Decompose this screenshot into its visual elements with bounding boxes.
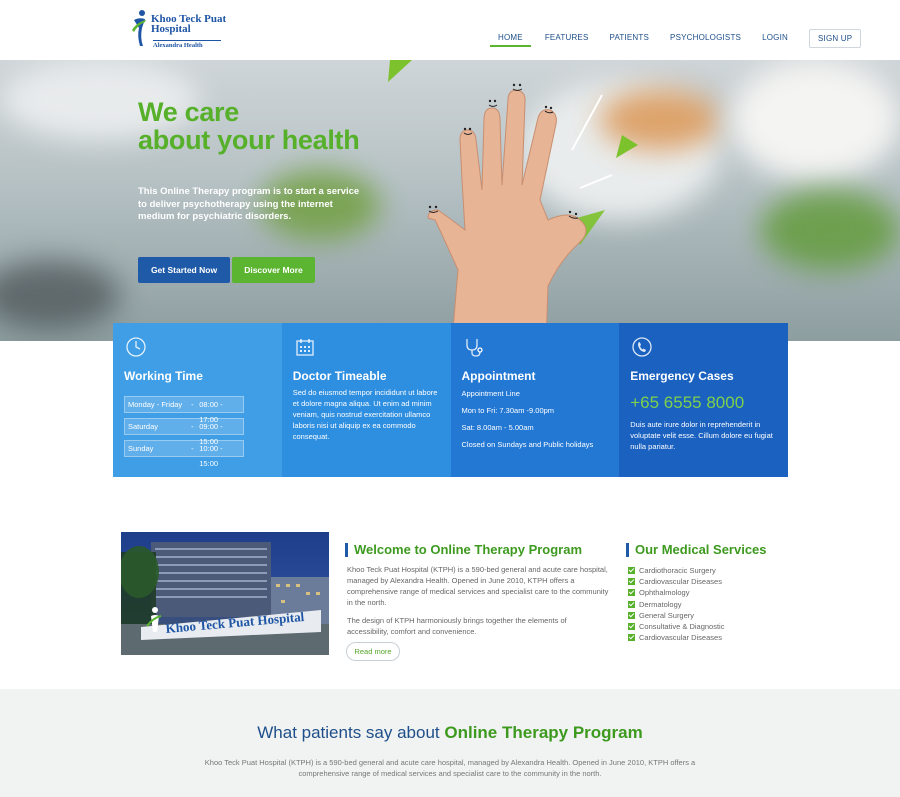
logo-name: Khoo Teck Puat Hospital — [151, 13, 227, 35]
appointment-closed-note: Closed on Sundays and Public holidays — [461, 440, 594, 449]
service-item[interactable]: Cardiovascular Diseases — [628, 576, 724, 587]
hours-row: Monday - Friday - 08:00 - 17:00 — [124, 396, 244, 424]
nav-home[interactable]: HOME — [490, 29, 531, 47]
hours-day: Saturday — [128, 422, 159, 431]
hours-separator: - — [191, 400, 194, 409]
service-label: Cardiovascular Diseases — [639, 633, 722, 643]
logo-subtitle: Alexandra Health — [153, 40, 221, 49]
service-item[interactable]: Cardiothoracic Surgery — [628, 565, 724, 576]
emergency-phone-number[interactable]: +65 6555 8000 — [630, 393, 744, 413]
working-hours-list: Monday - Friday - 08:00 - 17:00 Saturday… — [124, 396, 244, 468]
service-label: Ophthalmology — [639, 588, 690, 598]
hours-separator: - — [191, 422, 194, 431]
service-label: Cardiovascular Diseases — [639, 577, 722, 587]
service-item[interactable]: Ophthalmology — [628, 587, 724, 598]
service-item[interactable]: Cardiovascular Diseases — [628, 632, 724, 643]
emergency-panel: Emergency Cases +65 6555 8000 Duis aute … — [619, 323, 788, 477]
checkbox-icon — [628, 567, 635, 575]
main-nav: HOME FEATURES PATIENTS PSYCHOLOGISTS LOG… — [490, 28, 862, 48]
testimonials-title: What patients say about Online Therapy P… — [0, 723, 900, 743]
checkbox-icon — [628, 600, 635, 608]
hours-separator: - — [191, 444, 194, 453]
welcome-paragraph-2: The design of KTPH harmoniously brings t… — [347, 616, 567, 636]
medical-services-list: Cardiothoracic Surgery Cardiovascular Di… — [628, 565, 724, 643]
hero-title-line-1: We care — [138, 97, 239, 127]
appointment-weekday-hours: Mon to Fri: 7.30am -9.00pm — [461, 406, 555, 415]
appointment-line-label: Appointment Line — [461, 389, 520, 398]
testimonials-title-highlight: Online Therapy Program — [444, 723, 643, 742]
checkbox-icon — [628, 589, 635, 597]
service-item[interactable]: Consultative & Diagnostic — [628, 621, 724, 632]
checkbox-icon — [628, 611, 635, 619]
service-label: Dermatology — [639, 599, 682, 609]
appointment-title: Appointment — [461, 369, 536, 383]
checkbox-icon — [628, 623, 635, 631]
checkbox-icon — [628, 578, 635, 586]
hospital-building-illustration: Khoo Teck Puat Hospital — [121, 542, 329, 655]
info-panels: Working Time Monday - Friday - 08:00 - 1… — [113, 323, 788, 477]
medical-services-title: Our Medical Services — [626, 543, 767, 557]
hours-time: 09:00 - 15:00 — [199, 422, 223, 446]
checkbox-icon — [628, 634, 635, 642]
working-time-title: Working Time — [124, 369, 203, 383]
hours-row: Sunday - 10:00 - 15:00 — [124, 440, 244, 468]
emergency-text: Duis aute irure dolor in reprehenderit i… — [630, 420, 773, 451]
nav-features[interactable]: FEATURES — [545, 29, 589, 47]
service-label: Cardiothoracic Surgery — [639, 566, 716, 575]
emergency-title: Emergency Cases — [630, 369, 734, 383]
hand-with-smiley-fingers-illustration — [388, 60, 638, 341]
hero-title: We care about your health — [138, 97, 360, 155]
clock-icon — [126, 337, 146, 357]
testimonials-text: Khoo Teck Puat Hospital (KTPH) is a 590-… — [204, 758, 696, 778]
hero-title-line-2: about your health — [138, 125, 360, 155]
hospital-logo[interactable]: Khoo Teck Puat Hospital Alexandra Health — [131, 8, 231, 54]
welcome-paragraph-1: Khoo Teck Puat Hospital (KTPH) is a 590-… — [347, 565, 609, 607]
service-item[interactable]: General Surgery — [628, 610, 724, 621]
phone-icon — [632, 337, 652, 357]
service-item[interactable]: Dermatology — [628, 599, 724, 610]
hero-bg-light — [730, 60, 900, 180]
read-more-button[interactable]: Read more — [346, 642, 400, 661]
testimonials-title-plain: What patients say about — [257, 723, 445, 742]
service-label: General Surgery — [639, 610, 695, 620]
hospital-building-photo: Khoo Teck Puat Hospital — [121, 532, 329, 655]
hours-day: Monday - Friday — [128, 400, 183, 409]
hero-bg-sofa — [0, 260, 120, 330]
nav-login[interactable]: LOGIN — [762, 29, 788, 47]
calendar-icon — [296, 339, 314, 356]
get-started-button[interactable]: Get Started Now — [138, 257, 230, 283]
testimonials-section: What patients say about Online Therapy P… — [0, 689, 900, 797]
working-time-panel: Working Time Monday - Friday - 08:00 - 1… — [113, 323, 282, 477]
hours-row: Saturday - 09:00 - 15:00 — [124, 418, 244, 446]
nav-patients[interactable]: PATIENTS — [610, 29, 650, 47]
appointment-panel: Appointment Appointment Line Mon to Fri:… — [450, 323, 620, 477]
doctor-timeable-text: Sed do eiusmod tempor incididunt ut labo… — [292, 388, 438, 441]
appointment-saturday-hours: Sat: 8.00am - 5.00am — [461, 423, 534, 432]
service-label: Consultative & Diagnostic — [639, 621, 725, 631]
hours-time: 10:00 - 15:00 — [199, 444, 223, 468]
nav-sign-up-button[interactable]: SIGN UP — [809, 28, 862, 48]
logo-figure-icon — [132, 10, 146, 46]
site-header: Khoo Teck Puat Hospital Alexandra Health… — [0, 0, 900, 60]
hero-banner: We care about your health This Online Th… — [0, 60, 900, 341]
doctor-timeable-title: Doctor Timeable — [292, 369, 387, 383]
hero-bg-plant-right — [760, 190, 900, 270]
doctor-timeable-panel: Doctor Timeable Sed do eiusmod tempor in… — [281, 323, 451, 477]
hero-description: This Online Therapy program is to start … — [138, 186, 360, 222]
hours-day: Sunday — [128, 444, 154, 453]
discover-more-button[interactable]: Discover More — [232, 257, 315, 283]
stethoscope-icon — [465, 339, 483, 357]
welcome-title: Welcome to Online Therapy Program — [345, 543, 582, 557]
hours-time: 08:00 - 17:00 — [199, 400, 223, 424]
nav-psychologists[interactable]: PSYCHOLOGISTS — [670, 29, 741, 47]
